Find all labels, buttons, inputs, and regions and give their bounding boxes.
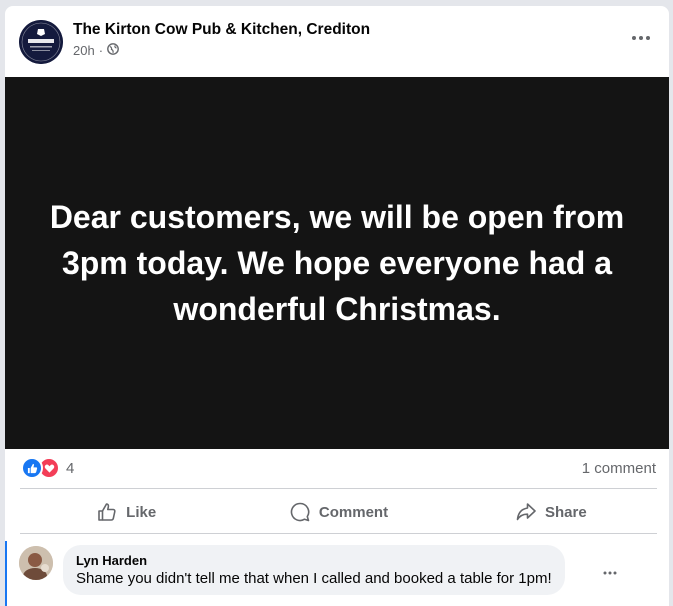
comment-bubble: Lyn Harden Shame you didn't tell me that… — [63, 545, 565, 595]
share-label: Share — [544, 503, 587, 521]
commenter-avatar[interactable] — [19, 546, 53, 580]
comment-item: Lyn Harden Shame you didn't tell me that… — [5, 541, 669, 606]
divider — [20, 488, 657, 489]
comment-options-button[interactable] — [603, 562, 617, 580]
share-button[interactable]: Share — [445, 492, 657, 532]
thumbs-up-icon — [98, 503, 116, 521]
more-dots-icon — [632, 36, 650, 40]
like-button[interactable]: Like — [20, 492, 232, 532]
page-name[interactable]: The Kirton Cow Pub & Kitchen, Crediton — [73, 21, 370, 39]
more-dots-icon — [603, 571, 617, 575]
comment-text: Shame you didn't tell me that when I cal… — [76, 570, 552, 587]
globe-icon — [107, 43, 119, 58]
post-meta: 20h · — [73, 43, 119, 58]
like-icon — [21, 457, 43, 479]
comment-author[interactable]: Lyn Harden — [76, 553, 552, 568]
share-arrow-icon — [516, 503, 536, 521]
post-card: The Kirton Cow Pub & Kitchen, Crediton 2… — [5, 6, 669, 606]
reaction-count: 4 — [66, 459, 75, 477]
post-image-text: Dear customers, we will be open from 3pm… — [49, 199, 625, 327]
post-header: The Kirton Cow Pub & Kitchen, Crediton 2… — [5, 6, 669, 76]
post-actions: Like Comment Share — [20, 492, 657, 532]
reactions-summary[interactable]: 4 — [21, 457, 74, 479]
meta-separator: · — [98, 43, 104, 58]
divider — [20, 533, 657, 534]
post-options-button[interactable] — [627, 28, 655, 48]
post-image[interactable]: Dear customers, we will be open from 3pm… — [5, 77, 669, 449]
comment-highlight-bar — [5, 541, 7, 606]
comment-bubble-icon — [290, 502, 310, 522]
page-avatar[interactable] — [19, 20, 63, 64]
comment-count[interactable]: 1 comment — [582, 460, 656, 477]
comment-label: Comment — [318, 503, 389, 521]
comment-button[interactable]: Comment — [232, 492, 444, 532]
like-label: Like — [126, 503, 157, 521]
post-time[interactable]: 20h — [73, 43, 95, 58]
